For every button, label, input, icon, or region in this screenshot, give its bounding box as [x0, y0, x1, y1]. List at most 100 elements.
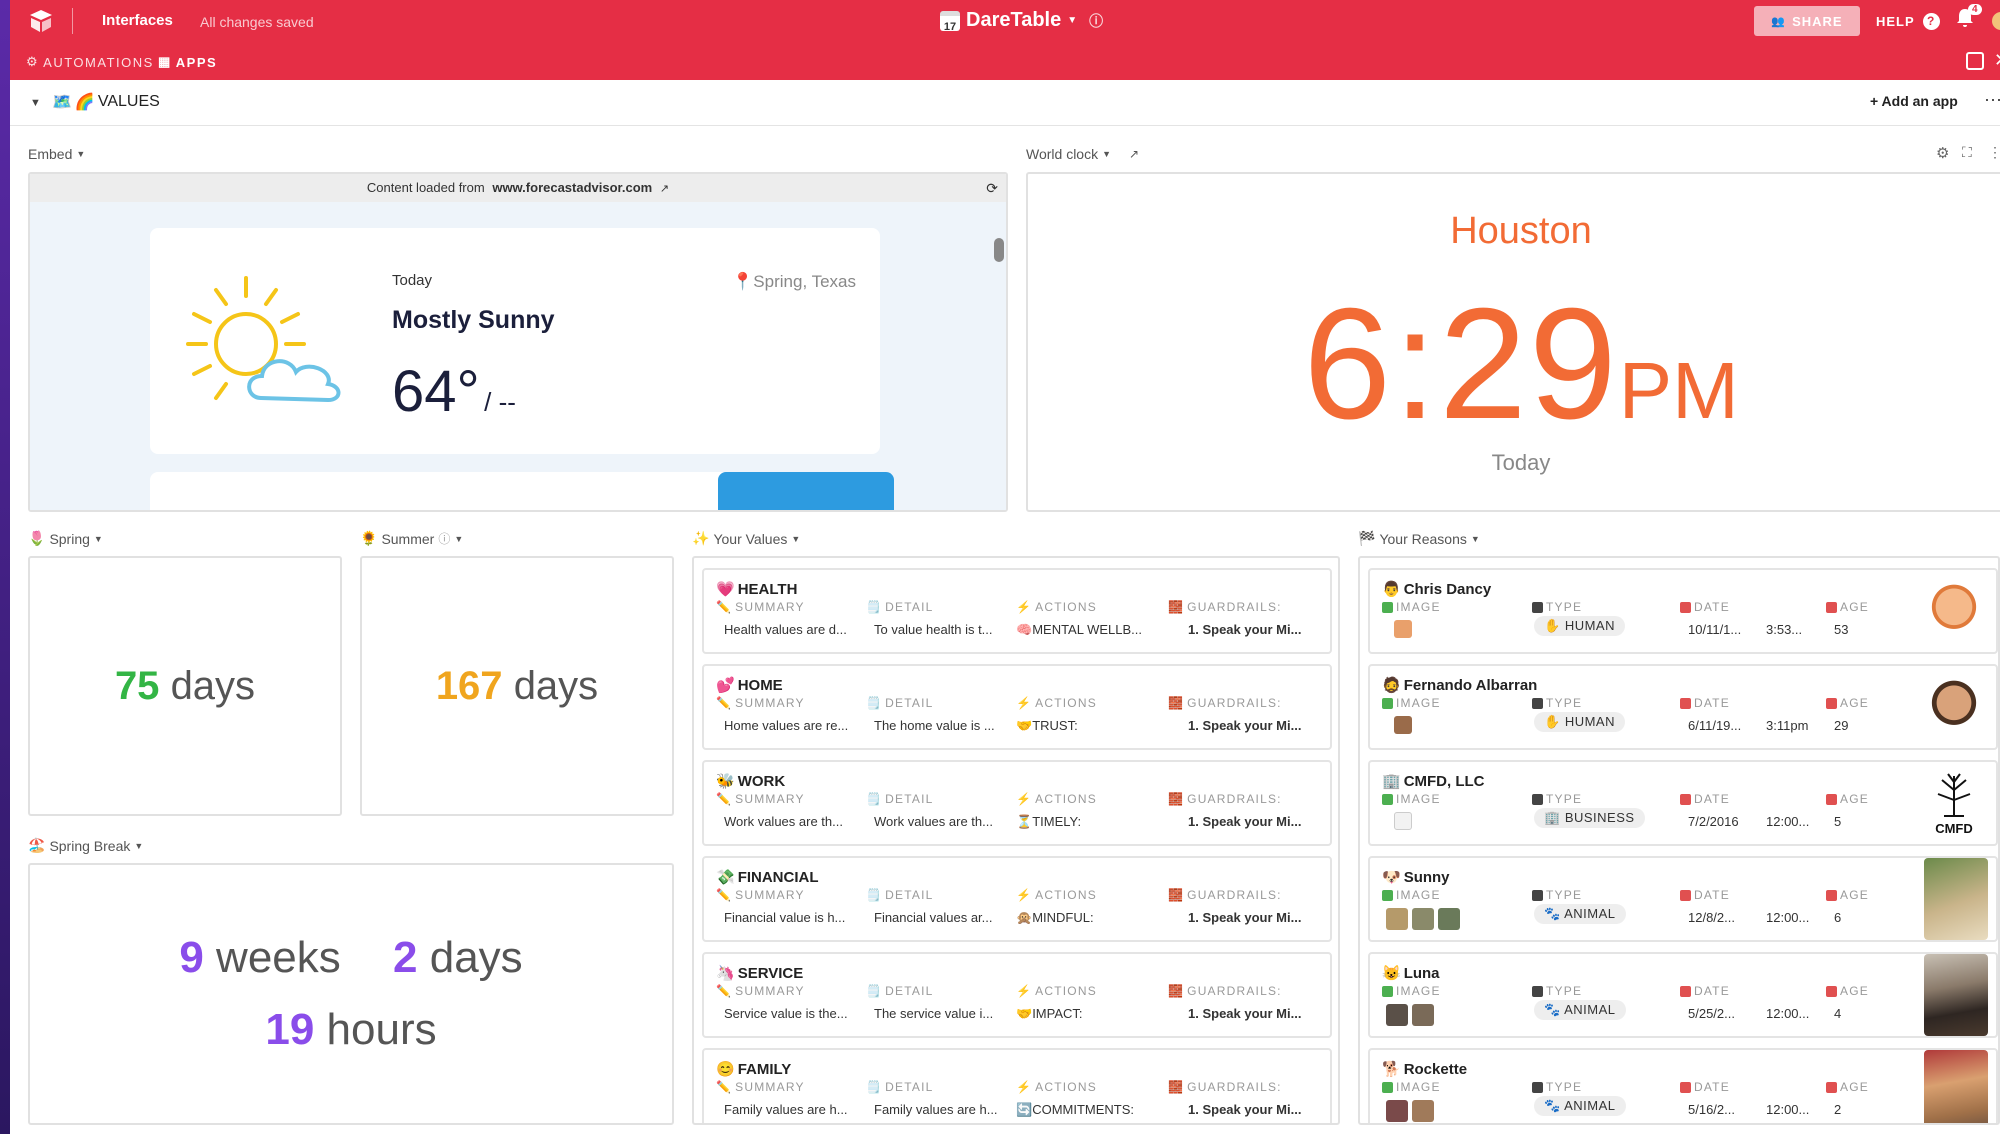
- collapse-chevron-icon[interactable]: ▼: [30, 97, 41, 109]
- image-thumbnail[interactable]: [1438, 908, 1460, 930]
- reason-record[interactable]: 😺 Luna IMAGE TYPE 🐾 ANIMAL DATE 5/25/2...…: [1368, 952, 1998, 1038]
- date-field-label: DATE: [1680, 696, 1730, 710]
- help-button[interactable]: HELP ?: [1876, 13, 1940, 30]
- age-value: 53: [1834, 622, 1849, 637]
- type-icon: [1532, 793, 1543, 805]
- cmfd-logo-text: CMFD: [1935, 821, 1973, 836]
- reason-record-name: Rockette: [1403, 1060, 1468, 1078]
- value-record[interactable]: 💗 HEALTH ✏️ SUMMARY Health values are d...…: [702, 568, 1332, 654]
- guardrails-value: 1. Speak your Mi...: [1188, 718, 1302, 733]
- automations-tab[interactable]: ⚙ AUTOMATIONS: [26, 54, 154, 70]
- dashboard-name[interactable]: 🗺️ 🌈 VALUES: [52, 92, 160, 112]
- weather-temp-block: 64° / --: [392, 358, 516, 425]
- info-icon[interactable]: ⓘ: [1089, 11, 1103, 31]
- drag-handle-icon[interactable]: ⋮: [1988, 144, 2000, 161]
- image-thumbnail[interactable]: [1386, 1100, 1408, 1122]
- value-record[interactable]: 💕 HOME ✏️ SUMMARY Home values are re... 🗒️…: [702, 664, 1332, 750]
- spring-days-value: 75: [114, 664, 160, 708]
- summer-countdown-label[interactable]: 🌻 Summer ⓘ ▼: [360, 530, 463, 547]
- close-icon[interactable]: ✕: [1994, 50, 2000, 71]
- age-icon: [1826, 1081, 1837, 1093]
- your-values-label[interactable]: ✨ Your Values ▼: [692, 530, 800, 547]
- date-value: 10/11/1...: [1688, 622, 1742, 637]
- share-button[interactable]: 👥 SHARE: [1754, 6, 1860, 36]
- reason-record-name: Sunny: [1403, 868, 1450, 886]
- reload-icon[interactable]: ⟳: [986, 174, 998, 202]
- type-pill-text: HUMAN: [1564, 618, 1615, 633]
- bee-emoji-icon: 🐝: [716, 773, 735, 790]
- pet-photo-image[interactable]: [1924, 858, 1988, 940]
- image-label-text: IMAGE: [1396, 600, 1441, 614]
- add-app-button[interactable]: + Add an app: [1870, 93, 1958, 109]
- expand-icon[interactable]: ⛶: [1962, 144, 1972, 161]
- image-thumbnail[interactable]: [1412, 1100, 1434, 1122]
- actions-value-text: MENTAL WELLB...: [1032, 622, 1142, 637]
- reason-record[interactable]: 👨 Chris Dancy IMAGE TYPE ✋ HUMAN DATE 10/…: [1368, 568, 1998, 654]
- weather-condition: Mostly Sunny: [392, 306, 555, 334]
- info-icon[interactable]: ⓘ: [438, 530, 450, 547]
- memoji-avatar-image[interactable]: [1922, 578, 1986, 642]
- value-record[interactable]: 😊 FAMILY ✏️ SUMMARY Family values are h...…: [702, 1048, 1332, 1123]
- user-avatar[interactable]: [1992, 12, 2000, 30]
- age-icon: [1826, 889, 1837, 901]
- spring-break-countdown-label[interactable]: 🏖️ Spring Break ▼: [28, 837, 143, 854]
- embed-scrollbar[interactable]: [994, 238, 1004, 262]
- pet-photo-image[interactable]: [1924, 1050, 1988, 1123]
- date-label-text: DATE: [1694, 696, 1730, 710]
- image-label-text: IMAGE: [1396, 696, 1441, 710]
- value-record-title: SERVICE: [737, 964, 804, 982]
- guardrails-value: 1. Speak your Mi...: [1188, 1006, 1302, 1021]
- pet-photo-image[interactable]: [1924, 954, 1988, 1036]
- value-record[interactable]: 🐝 WORK ✏️ SUMMARY Work values are th... 🗒️…: [702, 760, 1332, 846]
- weather-action-button[interactable]: [718, 472, 894, 510]
- reason-record[interactable]: 🏢 CMFD, LLC IMAGE TYPE 🏢 BUSINESS DATE 7/…: [1368, 760, 1998, 846]
- image-thumbnail[interactable]: [1412, 908, 1434, 930]
- image-thumbnail[interactable]: [1394, 620, 1412, 638]
- actions-value: 🧠MENTAL WELLB...: [1016, 622, 1162, 638]
- embed-source-domain[interactable]: www.forecastadvisor.com: [492, 180, 652, 195]
- pencil-icon: ✏️: [716, 600, 733, 614]
- bricks-icon: 🧱: [1168, 888, 1185, 902]
- image-thumbnail[interactable]: [1412, 1004, 1434, 1026]
- world-clock-label[interactable]: World clock ▼ ↗: [1026, 146, 1139, 162]
- more-options-icon[interactable]: ···: [1984, 89, 2000, 110]
- value-record[interactable]: 🦄 SERVICE ✏️ SUMMARY Service value is the.…: [702, 952, 1332, 1038]
- actions-label-text: ACTIONS: [1035, 984, 1097, 998]
- reason-record[interactable]: 🐕 Rockette IMAGE TYPE 🐾 ANIMAL DATE 5/16/…: [1368, 1048, 1998, 1123]
- interfaces-tab[interactable]: Interfaces: [102, 12, 173, 29]
- spring-countdown: 75 days: [30, 664, 340, 709]
- settings-gear-icon[interactable]: ⚙: [1936, 144, 1949, 162]
- image-thumbnail[interactable]: [1394, 716, 1412, 734]
- calendar-icon: [1680, 985, 1691, 997]
- notifications-button[interactable]: 4: [1956, 4, 1982, 33]
- apps-tab[interactable]: ▦ APPS: [158, 54, 217, 70]
- image-thumbnail[interactable]: [1386, 908, 1408, 930]
- fullscreen-icon[interactable]: [1966, 52, 1984, 70]
- guardrails-label-text: GUARDRAILS:: [1187, 792, 1282, 806]
- summary-value: Financial value is h...: [724, 910, 846, 925]
- type-label-text: TYPE: [1546, 792, 1583, 806]
- base-title[interactable]: 17 DareTable ▼ ⓘ: [940, 9, 1103, 33]
- image-thumbnail[interactable]: [1394, 812, 1412, 830]
- detail-value: Financial values ar...: [874, 910, 993, 925]
- spring-countdown-label[interactable]: 🌷 Spring ▼: [28, 530, 103, 547]
- guardrails-label-text: GUARDRAILS:: [1187, 696, 1282, 710]
- value-record[interactable]: 💸 FINANCIAL ✏️ SUMMARY Financial value is …: [702, 856, 1332, 942]
- external-link-icon[interactable]: ↗: [1129, 147, 1139, 161]
- age-icon: [1826, 601, 1837, 613]
- reason-record[interactable]: 🐶 Sunny IMAGE TYPE 🐾 ANIMAL DATE 12/8/2..…: [1368, 856, 1998, 942]
- tulip-emoji-icon: 🌷: [28, 530, 46, 546]
- reason-record[interactable]: 🧔 Fernando Albarran IMAGE TYPE ✋ HUMAN DA…: [1368, 664, 1998, 750]
- airtable-logo-icon[interactable]: [28, 8, 54, 34]
- embed-app-label[interactable]: Embed ▼: [28, 146, 85, 162]
- cmfd-logo-image[interactable]: CMFD: [1922, 770, 1986, 836]
- memoji-avatar-image[interactable]: [1922, 674, 1986, 738]
- bricks-icon: 🧱: [1168, 600, 1185, 614]
- image-thumbnail[interactable]: [1386, 1004, 1408, 1026]
- topbar-divider: [72, 8, 73, 34]
- age-icon: [1826, 697, 1837, 709]
- pencil-icon: ✏️: [716, 792, 733, 806]
- summary-value: Family values are h...: [724, 1102, 848, 1117]
- your-reasons-label[interactable]: 🏁 Your Reasons ▼: [1358, 530, 1480, 547]
- external-link-icon[interactable]: ↗: [660, 183, 669, 195]
